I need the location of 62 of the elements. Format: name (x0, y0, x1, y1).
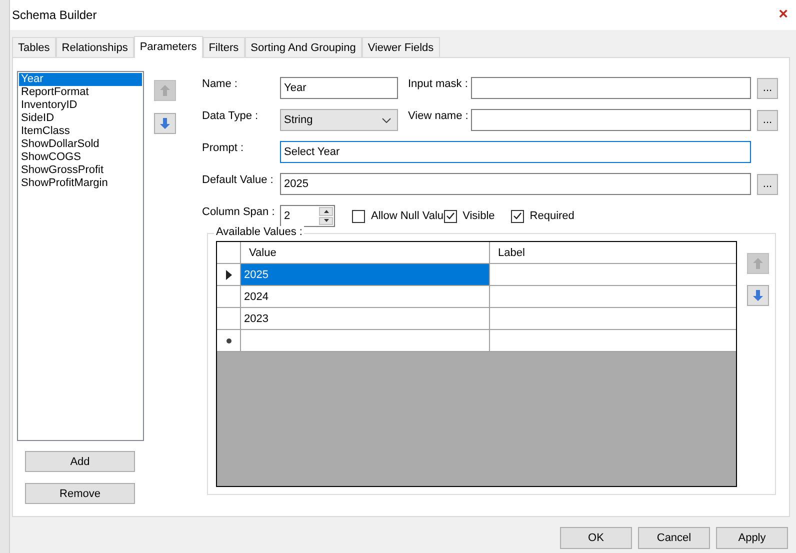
tab[interactable]: Filters (202, 37, 245, 57)
option-label: Required (530, 210, 574, 222)
input-mask-field[interactable] (471, 77, 751, 99)
dialog-button[interactable]: OK (560, 527, 632, 549)
browse-button[interactable]: ... (757, 78, 778, 98)
chevron-down-icon (382, 118, 391, 122)
down-arrow-icon (160, 118, 170, 129)
window-title: Schema Builder (12, 8, 97, 22)
move-down-button[interactable] (747, 285, 769, 306)
browse-button[interactable]: ... (757, 110, 778, 130)
tab[interactable]: Parameters (134, 36, 203, 58)
field-label: View name : (408, 109, 470, 122)
view-name-field[interactable] (471, 109, 751, 131)
spin-up-icon (324, 210, 328, 213)
list-item[interactable]: InventoryID (19, 99, 142, 112)
tab[interactable]: Viewer Fields (362, 37, 440, 57)
check-icon (446, 212, 455, 220)
dialog-button[interactable]: Apply (716, 527, 788, 549)
group-title: Available Values : (214, 226, 304, 238)
check-icon (512, 212, 522, 220)
data-type-dropdown[interactable]: String (280, 109, 398, 131)
option-label: Visible (462, 210, 495, 222)
option-checkbox[interactable]: Visible (444, 210, 495, 222)
name-field[interactable]: Year (280, 77, 398, 99)
list-item[interactable]: Year (19, 73, 142, 86)
default-value-field[interactable]: 2025 (280, 173, 751, 195)
list-item[interactable]: ShowGrossProfit (19, 164, 142, 177)
field-label: Name : (202, 77, 238, 90)
field-label: Data Type : (202, 109, 260, 122)
option-label: Allow Null Valu (371, 210, 444, 222)
field-label: Input mask : (408, 77, 469, 90)
prompt-field[interactable]: Select Year (280, 141, 751, 163)
move-down-button[interactable] (154, 113, 176, 134)
add-button[interactable]: Add (25, 451, 135, 472)
table-cell[interactable]: 2025 (241, 264, 490, 285)
down-arrow-icon (753, 290, 763, 301)
new-row-icon (226, 338, 232, 344)
option-checkbox[interactable]: Required (510, 210, 574, 222)
checkbox[interactable] (352, 210, 365, 222)
list-item[interactable]: ShowDollarSold (19, 138, 142, 151)
field-label: Default Value : (202, 173, 274, 186)
current-row-icon (226, 270, 232, 280)
close-button[interactable]: × (778, 7, 788, 23)
checkbox[interactable] (444, 210, 457, 222)
option-checkbox[interactable]: Allow Null Valu (352, 210, 444, 222)
list-item[interactable]: ItemClass (19, 125, 142, 138)
tab[interactable]: Sorting And Grouping (244, 37, 362, 57)
tab[interactable]: Tables (12, 37, 56, 57)
spin-down-icon (324, 219, 328, 222)
list-item[interactable]: ShowProfitMargin (19, 177, 142, 190)
up-arrow-icon (753, 258, 763, 269)
field-label: Column Span : (202, 205, 276, 218)
checkbox[interactable] (510, 210, 524, 222)
dialog-button[interactable]: Cancel (638, 527, 710, 549)
list-item[interactable]: ShowCOGS (19, 151, 142, 164)
field-label: Prompt : (202, 141, 245, 154)
list-item[interactable]: SideID (19, 112, 142, 125)
up-arrow-icon (160, 85, 170, 96)
tab[interactable]: Relationships (56, 37, 134, 57)
remove-button[interactable]: Remove (25, 483, 135, 504)
browse-button[interactable]: ... (757, 174, 778, 194)
list-item[interactable]: ReportFormat (19, 86, 142, 99)
